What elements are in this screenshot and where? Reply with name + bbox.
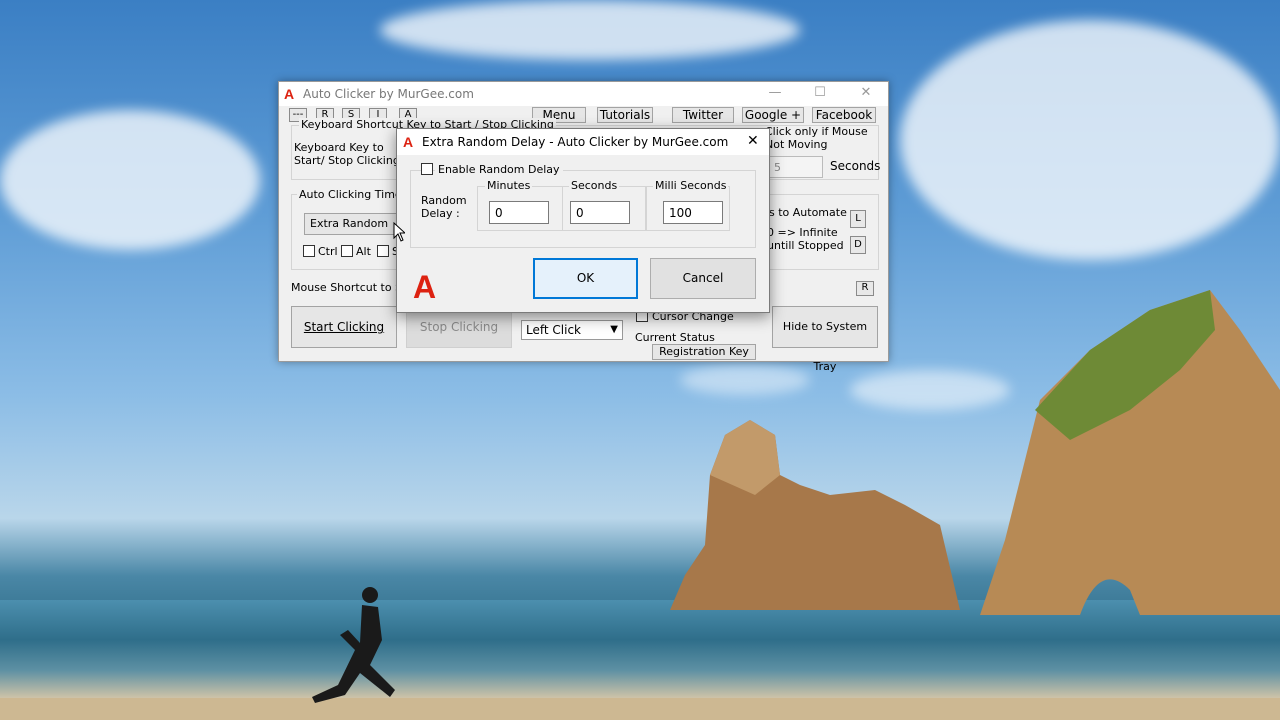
seconds-input[interactable]: 0 — [570, 201, 630, 224]
enable-random-delay-label: Enable Random Delay — [435, 163, 563, 176]
sea-stack-rock — [670, 420, 960, 610]
shift-checkbox[interactable] — [377, 245, 389, 257]
seconds-input[interactable]: 5 — [769, 156, 823, 178]
cloud — [380, 0, 800, 60]
ok-button[interactable]: OK — [533, 258, 638, 299]
start-clicking-button[interactable]: Start Clicking — [291, 306, 397, 348]
facebook-button[interactable]: Facebook — [812, 107, 876, 123]
click-type-select[interactable]: Left Click ▼ — [521, 320, 623, 340]
click-type-value: Left Click — [526, 323, 581, 337]
seconds-label: Seconds — [569, 179, 620, 192]
clicks-to-automate-label: s to Automate — [769, 206, 847, 219]
mouse-cursor-icon — [393, 222, 405, 242]
app-logo-icon: A — [284, 86, 295, 102]
cloud — [680, 365, 810, 395]
extra-random-delay-button[interactable]: Extra Random Del — [304, 213, 404, 235]
click-if-not-moving-label: Click only if Mouse Not Moving — [765, 125, 868, 151]
alt-checkbox[interactable] — [341, 245, 353, 257]
random-delay-label: Random Delay : — [421, 194, 467, 220]
dialog-logo-icon: A — [403, 134, 414, 150]
runner-silhouette — [312, 587, 395, 703]
r-button[interactable]: R — [856, 281, 874, 296]
close-button[interactable]: ✕ — [851, 85, 881, 103]
milli-seconds-input[interactable]: 100 — [663, 201, 723, 224]
enable-random-delay-checkbox[interactable] — [421, 163, 433, 175]
alt-label: Alt — [356, 245, 371, 258]
dialog-title-bar: A Extra Random Delay - Auto Clicker by M… — [397, 129, 769, 155]
infinite-label: 0 => Infinite untill Stopped — [767, 226, 844, 252]
dialog-title: Extra Random Delay - Auto Clicker by Mur… — [422, 135, 729, 149]
ctrl-checkbox[interactable] — [303, 245, 315, 257]
minutes-input[interactable]: 0 — [489, 201, 549, 224]
maximize-button[interactable]: ☐ — [805, 85, 835, 103]
current-status-label: Current Status — [635, 331, 715, 344]
l-button[interactable]: L — [850, 210, 866, 228]
hide-to-system-tray-button[interactable]: Hide to System Tray — [772, 306, 878, 373]
mouse-shortcut-label: Mouse Shortcut to Sta — [291, 281, 414, 294]
murgee-logo-icon: A — [413, 269, 437, 305]
extra-random-delay-dialog: A Extra Random Delay - Auto Clicker by M… — [396, 128, 770, 313]
minutes-label: Minutes — [485, 179, 533, 192]
milli-seconds-label: Milli Seconds — [653, 179, 729, 192]
twitter-button[interactable]: Twitter — [672, 107, 734, 123]
cancel-button[interactable]: Cancel — [650, 258, 756, 299]
minimize-button[interactable]: — — [760, 85, 790, 103]
title-bar: A Auto Clicker by MurGee.com — ☐ ✕ — [279, 82, 888, 106]
registration-key-button[interactable]: Registration Key — [652, 344, 756, 360]
ctrl-label: Ctrl — [318, 245, 338, 258]
dialog-close-button[interactable]: ✕ — [747, 133, 759, 149]
tutorials-button[interactable]: Tutorials — [597, 107, 653, 123]
cloud — [0, 110, 260, 250]
d-button[interactable]: D — [850, 236, 866, 254]
keyboard-key-label: Keyboard Key to Start/ Stop Clicking : — [294, 141, 407, 167]
window-title: Auto Clicker by MurGee.com — [303, 87, 474, 101]
seconds-label: Seconds — [830, 159, 881, 173]
google-plus-button[interactable]: Google + — [742, 107, 804, 123]
arch-rock — [980, 290, 1280, 615]
chevron-down-icon: ▼ — [610, 324, 618, 335]
beach-sand — [0, 698, 1280, 720]
cloud — [900, 20, 1280, 260]
